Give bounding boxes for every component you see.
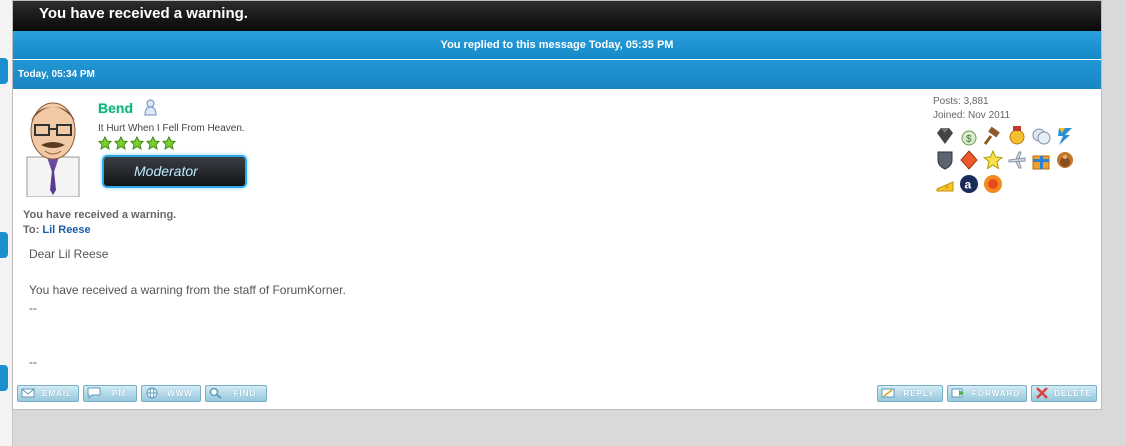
money-bag-icon[interactable]: $ [959, 126, 979, 146]
delete-button[interactable]: DELETE [1031, 385, 1097, 402]
find-button[interactable]: FIND [205, 385, 267, 402]
star-icon[interactable] [983, 150, 1003, 170]
forward-icon [951, 388, 964, 398]
window-titlebar: You have received a warning. [13, 1, 1101, 31]
pm-icon [87, 387, 101, 399]
amazon-icon[interactable]: a [959, 174, 979, 194]
join-date: Joined: Nov 2011 [933, 110, 1011, 121]
gift-icon[interactable] [1031, 150, 1051, 170]
user-online-icon [144, 99, 157, 116]
side-tab[interactable] [0, 58, 8, 84]
avatar[interactable] [17, 95, 89, 197]
message-title: You have received a warning. [23, 209, 177, 221]
reply-label: REPLY [903, 389, 935, 398]
find-label: FIND [233, 389, 257, 398]
author-stats: Posts: 3,881 Joined: Nov 2011 [933, 95, 1010, 123]
post-date: Today, 05:34 PM [13, 60, 1101, 89]
svg-text:$: $ [966, 134, 972, 145]
side-tab[interactable] [0, 232, 8, 258]
message-body: Dear Lil Reese You have received a warni… [29, 245, 909, 371]
reply-icon [881, 388, 895, 398]
user-title: It Hurt When I Fell From Heaven. [98, 123, 245, 134]
body-line: You have received a warning from the sta… [29, 283, 346, 297]
pm-label: PM [112, 389, 126, 398]
replied-notice: You replied to this message Today, 05:35… [13, 31, 1101, 59]
message-recipient: To: Lil Reese [23, 224, 91, 236]
rank-stars-icon [98, 136, 177, 150]
email-button[interactable]: EMAIL [17, 385, 79, 402]
delete-label: DELETE [1054, 389, 1092, 398]
www-label: WWW [167, 389, 193, 398]
forward-button[interactable]: FORWARD [947, 385, 1027, 402]
badge-label: Moderator [134, 163, 198, 179]
turkey-icon[interactable] [1055, 150, 1075, 170]
pm-button[interactable]: PM [83, 385, 137, 402]
shield-icon[interactable] [935, 150, 955, 170]
www-button[interactable]: WWW [141, 385, 201, 402]
window-title: You have received a warning. [39, 5, 248, 22]
to-label: To: [23, 224, 40, 236]
recipient-link[interactable]: Lil Reese [42, 224, 90, 236]
moderator-badge: Moderator [102, 155, 247, 188]
airplane-icon[interactable] [1007, 150, 1027, 170]
delete-icon [1036, 387, 1048, 399]
forward-label: FORWARD [971, 389, 1021, 398]
cheese-icon[interactable] [935, 174, 955, 194]
sun-icon[interactable] [983, 174, 1003, 194]
post-count: Posts: 3,881 [933, 96, 989, 107]
body-greeting: Dear Lil Reese [29, 247, 109, 261]
body-separator: -- [29, 301, 37, 315]
email-label: EMAIL [42, 389, 72, 398]
ruby-icon[interactable] [959, 150, 979, 170]
email-icon [21, 388, 35, 398]
magnifier-icon [209, 387, 222, 399]
message-panel: You have received a warning. You replied… [12, 0, 1102, 410]
reply-button[interactable]: REPLY [877, 385, 943, 402]
badges-icon[interactable] [1031, 126, 1051, 146]
diamond-icon[interactable] [935, 126, 955, 146]
globe-icon [146, 387, 158, 399]
gavel-icon[interactable] [983, 126, 1003, 146]
lightning-icon[interactable] [1055, 126, 1075, 146]
gold-medal-icon[interactable] [1007, 126, 1027, 146]
side-tab[interactable] [0, 365, 8, 391]
body-separator: -- [29, 355, 37, 369]
author-name[interactable]: Bend [98, 100, 133, 116]
svg-text:a: a [965, 178, 972, 192]
